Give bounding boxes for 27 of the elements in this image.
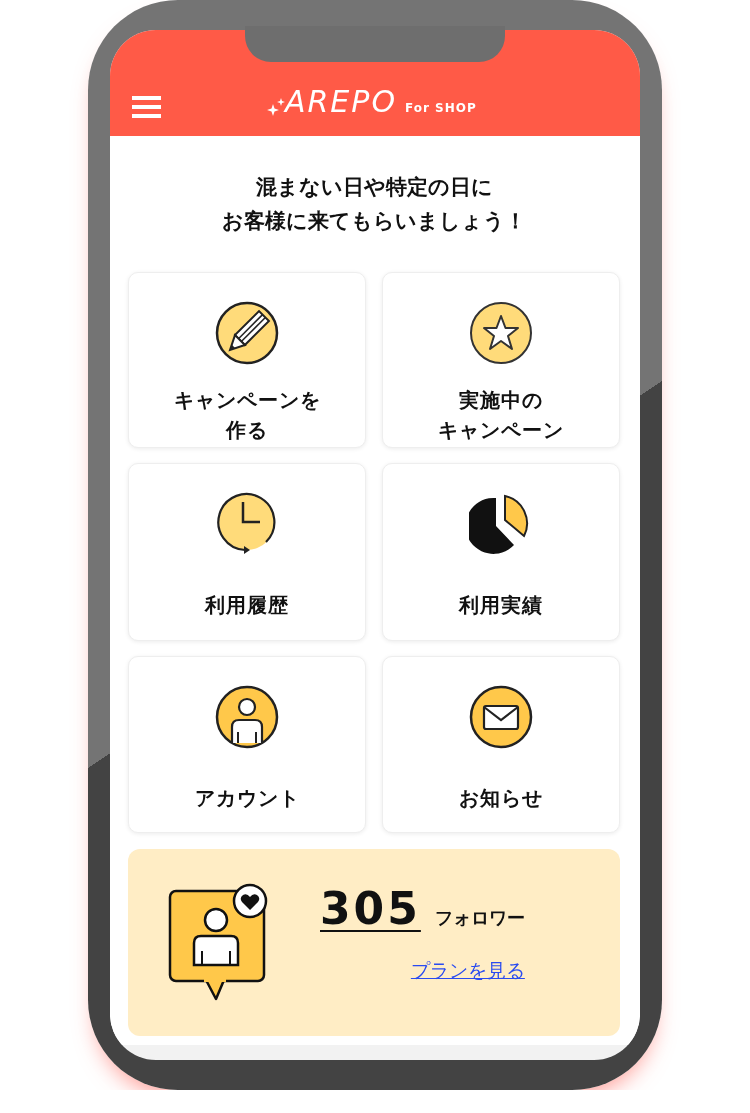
menu-card[interactable]: 利用履歴 [128,463,366,641]
menu-card[interactable]: お知らせ [382,656,620,833]
logo-subtitle: For SHOP [405,101,477,115]
menu-card[interactable]: キャンペーンを 作る [128,272,366,448]
envelope-icon [469,685,533,749]
follower-count: 305 [320,883,421,934]
person-icon [215,685,279,749]
sparkle-icon [267,96,285,118]
menu-card-label: 利用履歴 [205,592,289,619]
pencil-icon [215,301,279,365]
menu-card[interactable]: 利用実績 [382,463,620,641]
menu-card[interactable]: アカウント [128,656,366,833]
menu-card-label: お知らせ [459,785,543,812]
menu-icon[interactable] [132,96,161,118]
follower-profile-icon [168,883,268,1001]
app-logo: AREPO [285,86,398,118]
menu-card-label: 作る [226,417,268,444]
menu-card-label: キャンペーンを [173,387,321,414]
menu-card[interactable]: 実施中の キャンペーン [382,272,620,448]
menu-card-label: アカウント [194,785,300,812]
headline: 混まない日や特定の日に [255,174,493,201]
menu-card-label: 実施中の [459,387,543,414]
follower-label: フォロワー [434,906,525,930]
headline: お客様に来てもらいましょう！ [222,208,526,235]
view-plans-link[interactable]: プランを見る [410,958,525,984]
menu-card-label: 利用実績 [459,592,543,619]
menu-card-label: キャンペーン [438,417,564,444]
